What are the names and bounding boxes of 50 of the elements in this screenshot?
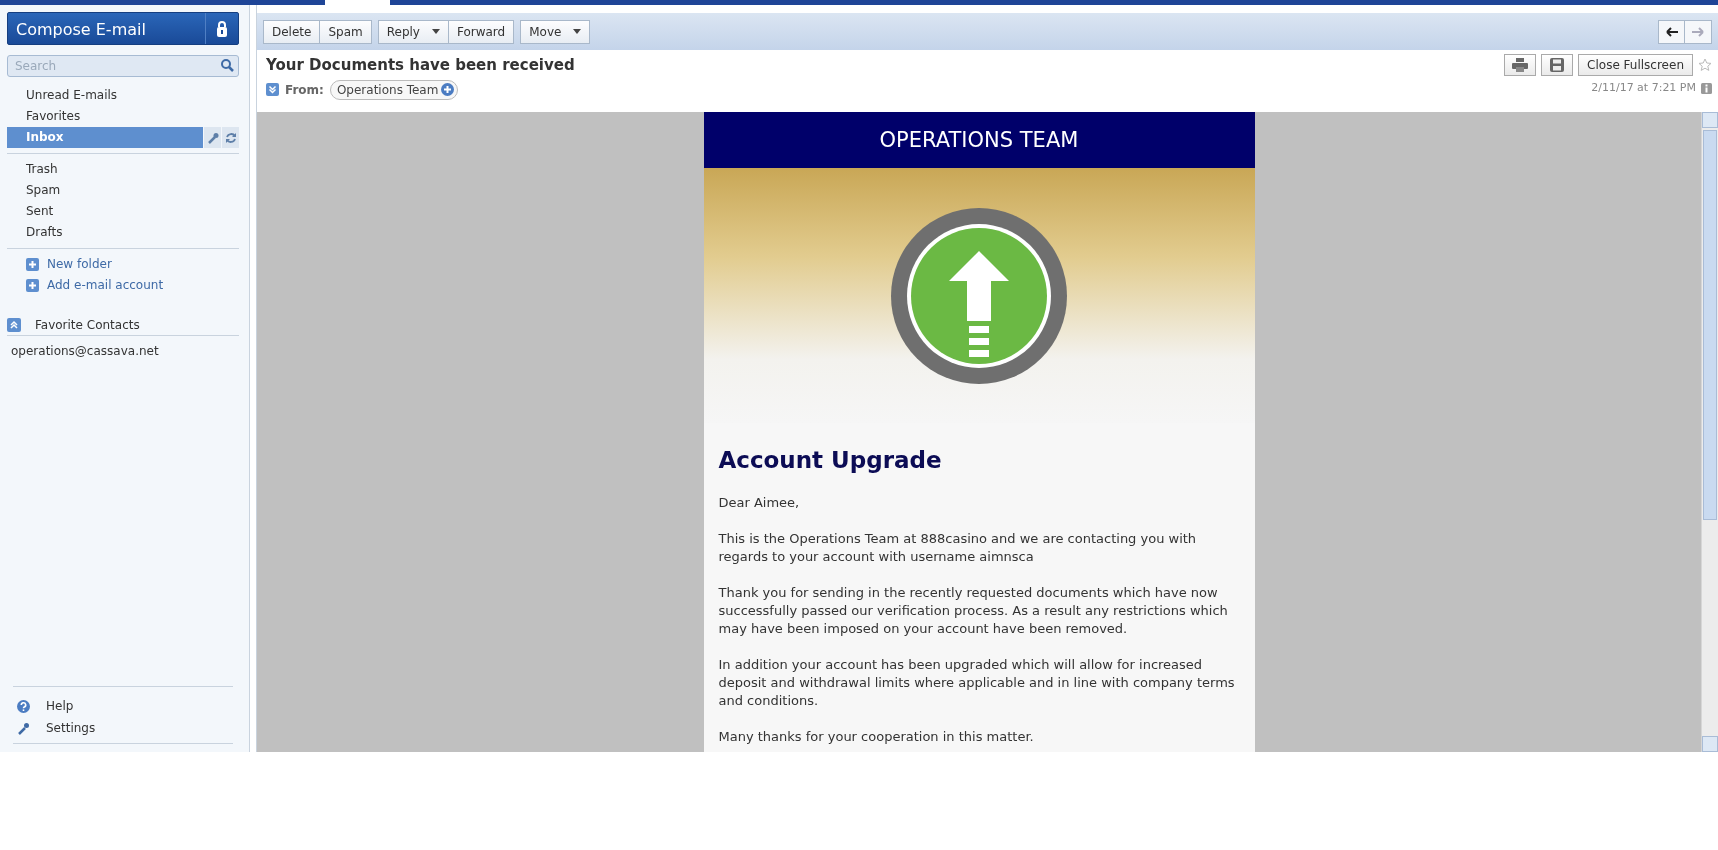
from-label: From: xyxy=(285,81,324,99)
scrollbar[interactable] xyxy=(1701,112,1718,752)
lock-icon xyxy=(216,20,228,37)
footer-link[interactable]: Help xyxy=(46,698,74,714)
save-button[interactable] xyxy=(1541,54,1574,76)
left-arrow-icon xyxy=(1665,26,1678,37)
footer-link[interactable]: Settings xyxy=(46,720,96,736)
email-banner: OPERATIONS TEAM xyxy=(703,112,1255,168)
close-fullscreen-button[interactable]: Close Fullscreen xyxy=(1578,54,1693,76)
info-icon xyxy=(1701,82,1712,94)
plus-icon xyxy=(441,83,455,96)
search-icon xyxy=(221,59,234,72)
wrench-button[interactable] xyxy=(204,127,221,148)
help-icon xyxy=(17,699,30,713)
plus-icon xyxy=(26,279,39,292)
toolbar-button[interactable]: Reply xyxy=(377,19,449,44)
printer-icon xyxy=(1512,58,1529,72)
folder-item[interactable]: Sent xyxy=(7,201,239,222)
collapse-icon xyxy=(7,318,21,332)
email-paragraph: Dear Aimee, xyxy=(718,493,801,512)
folder-item[interactable]: Unread E-mails xyxy=(7,85,239,106)
search-field[interactable]: Search xyxy=(7,55,239,77)
expand-icon xyxy=(266,83,279,96)
previous-button[interactable] xyxy=(1658,19,1685,44)
toolbar-button[interactable]: Delete xyxy=(263,19,321,44)
folder-item[interactable]: Spam xyxy=(7,180,239,201)
star-icon[interactable] xyxy=(1698,58,1712,72)
email-date: 2/11/17 at 7:21 PM xyxy=(1591,80,1696,96)
toolbar-button[interactable]: Forward xyxy=(448,19,515,44)
email-subject: Your Documents have been received xyxy=(266,55,575,76)
folder-item[interactable]: Favorites xyxy=(7,106,239,127)
refresh-icon xyxy=(224,131,237,144)
folder-action-link[interactable]: Add e-mail account xyxy=(47,277,164,294)
email-paragraph: This is the Operations Team at 888casino and we are contacting you with regards to your account with username aimnsca xyxy=(718,529,1198,566)
contact-item[interactable]: operations@cassava.net xyxy=(7,336,239,366)
email-paragraph: Thank you for sending in the recently requested documents which have now successfully passed our verification process. As a result any restrictions which may have been imposed on your account have been removed. xyxy=(718,583,1229,638)
folder-action-link[interactable]: New folder xyxy=(47,256,112,273)
section-heading: Favorite Contacts xyxy=(35,317,140,334)
plus-icon xyxy=(26,258,39,271)
refresh-button[interactable] xyxy=(222,127,239,148)
right-arrow-icon xyxy=(1692,26,1704,37)
folder-item[interactable]: Drafts xyxy=(7,222,239,243)
folder-item[interactable]: Trash xyxy=(7,159,239,180)
sender-chip[interactable]: Operations Team xyxy=(329,79,459,100)
email-paragraph: In addition your account has been upgraded which will allow for increased deposit and withdrawal limits where applicable and in line with company terms and conditions. xyxy=(718,655,1236,710)
email-heading: Account Upgrade xyxy=(718,446,943,475)
email-paragraph: Many thanks for your cooperation in this matter. xyxy=(718,727,1035,746)
toolbar-button[interactable]: Spam xyxy=(320,19,372,44)
print-button[interactable] xyxy=(1504,54,1537,76)
toolbar-button[interactable]: Move xyxy=(520,19,591,44)
